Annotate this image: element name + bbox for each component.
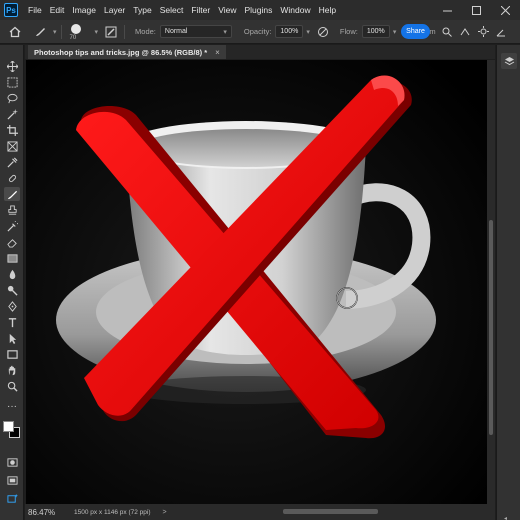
symmetry-icon[interactable] — [458, 20, 472, 44]
type-tool-icon[interactable] — [4, 315, 20, 329]
brush-settings-icon[interactable] — [102, 20, 120, 44]
menu-file[interactable]: File — [24, 5, 46, 15]
flow-field[interactable]: 100% — [361, 25, 390, 38]
chevron-down-icon: ▾ — [223, 28, 227, 36]
close-icon[interactable]: × — [215, 48, 220, 57]
brush-size-picker[interactable]: 70 — [66, 20, 92, 44]
divider — [60, 24, 62, 39]
menu-plugins[interactable]: Plugins — [240, 5, 276, 15]
horizontal-scroll-thumb[interactable] — [283, 509, 378, 514]
marquee-tool-icon[interactable] — [4, 75, 20, 89]
document-canvas[interactable] — [26, 60, 487, 504]
eraser-tool-icon[interactable] — [4, 235, 20, 249]
path-selection-tool-icon[interactable] — [4, 331, 20, 345]
divider — [124, 24, 126, 39]
minimize-icon[interactable] — [433, 0, 462, 20]
document-info[interactable]: 1500 px x 1146 px (72 ppi) — [74, 509, 151, 516]
magic-wand-tool-icon[interactable] — [4, 107, 20, 121]
history-brush-tool-icon[interactable] — [4, 219, 20, 233]
brush-size-value: 70 — [69, 34, 77, 41]
menu-view[interactable]: View — [214, 5, 240, 15]
opacity-label: Opacity: — [243, 27, 272, 36]
chevron-down-icon[interactable]: ▾ — [95, 28, 99, 36]
light-icon[interactable] — [476, 20, 490, 44]
hand-tool-icon[interactable] — [4, 363, 20, 377]
zoom-tool-icon[interactable] — [4, 379, 20, 393]
pressure-opacity-icon[interactable] — [314, 20, 332, 44]
color-swatches[interactable] — [3, 421, 21, 439]
right-panel-strip: ◂ — [496, 45, 520, 520]
chevron-down-icon[interactable]: ▾ — [53, 28, 57, 36]
panel-collapse-icon[interactable]: ◂ — [504, 515, 507, 520]
menu-bar: Ps File Edit Image Layer Type Select Fil… — [0, 0, 520, 20]
status-menu-arrow[interactable]: > — [163, 509, 167, 516]
chevron-down-icon[interactable]: ▾ — [306, 28, 310, 36]
document-tab[interactable]: Photoshop tips and tricks.jpg @ 86.5% (R… — [28, 45, 226, 59]
menu-select[interactable]: Select — [156, 5, 188, 15]
brush-tool-icon[interactable] — [4, 187, 20, 201]
generative-icon[interactable] — [4, 491, 20, 505]
pen-tool-icon[interactable] — [4, 299, 20, 313]
maximize-icon[interactable] — [462, 0, 491, 20]
options-bar: ▾ 70 ▾ Mode: Normal ▾ Opacity: 100% ▾ Fl… — [0, 20, 520, 44]
zoom-level[interactable]: 86.47% — [28, 508, 72, 517]
quick-mask-icon[interactable] — [4, 455, 20, 469]
flow-label: Flow: — [339, 27, 358, 36]
close-window-icon[interactable] — [491, 0, 520, 20]
menu-filter[interactable]: Filter — [187, 5, 214, 15]
screen-mode-icon[interactable] — [4, 473, 20, 487]
opacity-field[interactable]: 100% — [275, 25, 304, 38]
vertical-scroll-thumb[interactable] — [489, 220, 493, 435]
photoshop-logo[interactable]: Ps — [4, 3, 18, 17]
menu-image[interactable]: Image — [68, 5, 100, 15]
crop-tool-icon[interactable] — [4, 123, 20, 137]
rectangle-tool-icon[interactable] — [4, 347, 20, 361]
lasso-tool-icon[interactable] — [4, 91, 20, 105]
home-icon[interactable] — [0, 20, 30, 44]
mode-label: Mode: — [135, 27, 156, 36]
status-bar: 86.47% 1500 px x 1146 px (72 ppi) > — [25, 504, 495, 520]
menu-window[interactable]: Window — [276, 5, 314, 15]
menu-layer[interactable]: Layer — [100, 5, 129, 15]
spot-healing-tool-icon[interactable] — [4, 171, 20, 185]
window-controls — [433, 0, 520, 20]
more-tools-icon[interactable]: ··· — [4, 399, 20, 413]
blend-mode-value: Normal — [164, 28, 188, 35]
brush-tip-preview — [70, 23, 81, 34]
layers-icon[interactable] — [501, 53, 517, 69]
angle-icon[interactable] — [494, 20, 508, 44]
gradient-tool-icon[interactable] — [4, 251, 20, 265]
blur-tool-icon[interactable] — [4, 267, 20, 281]
vertical-scrollbar[interactable] — [487, 60, 495, 504]
blend-mode-select[interactable]: Normal ▾ — [159, 25, 232, 38]
search-icon[interactable] — [440, 20, 454, 44]
canvas-image — [26, 60, 487, 504]
move-tool-icon[interactable] — [4, 59, 20, 73]
share-button[interactable]: Share — [401, 24, 430, 39]
document-tab-title: Photoshop tips and tricks.jpg @ 86.5% (R… — [34, 47, 208, 57]
document-tabs: Photoshop tips and tricks.jpg @ 86.5% (R… — [25, 45, 495, 59]
tools-panel: ··· — [0, 45, 24, 520]
menu-help[interactable]: Help — [315, 5, 340, 15]
eyedropper-tool-icon[interactable] — [4, 155, 20, 169]
stamp-tool-icon[interactable] — [4, 203, 20, 217]
dodge-tool-icon[interactable] — [4, 283, 20, 297]
menu-type[interactable]: Type — [129, 5, 155, 15]
frame-tool-icon[interactable] — [4, 139, 20, 153]
menu-edit[interactable]: Edit — [46, 5, 69, 15]
chevron-down-icon[interactable]: ▾ — [393, 28, 397, 36]
foreground-color-swatch[interactable] — [3, 421, 14, 432]
brush-tool-preset-icon[interactable] — [30, 20, 50, 44]
